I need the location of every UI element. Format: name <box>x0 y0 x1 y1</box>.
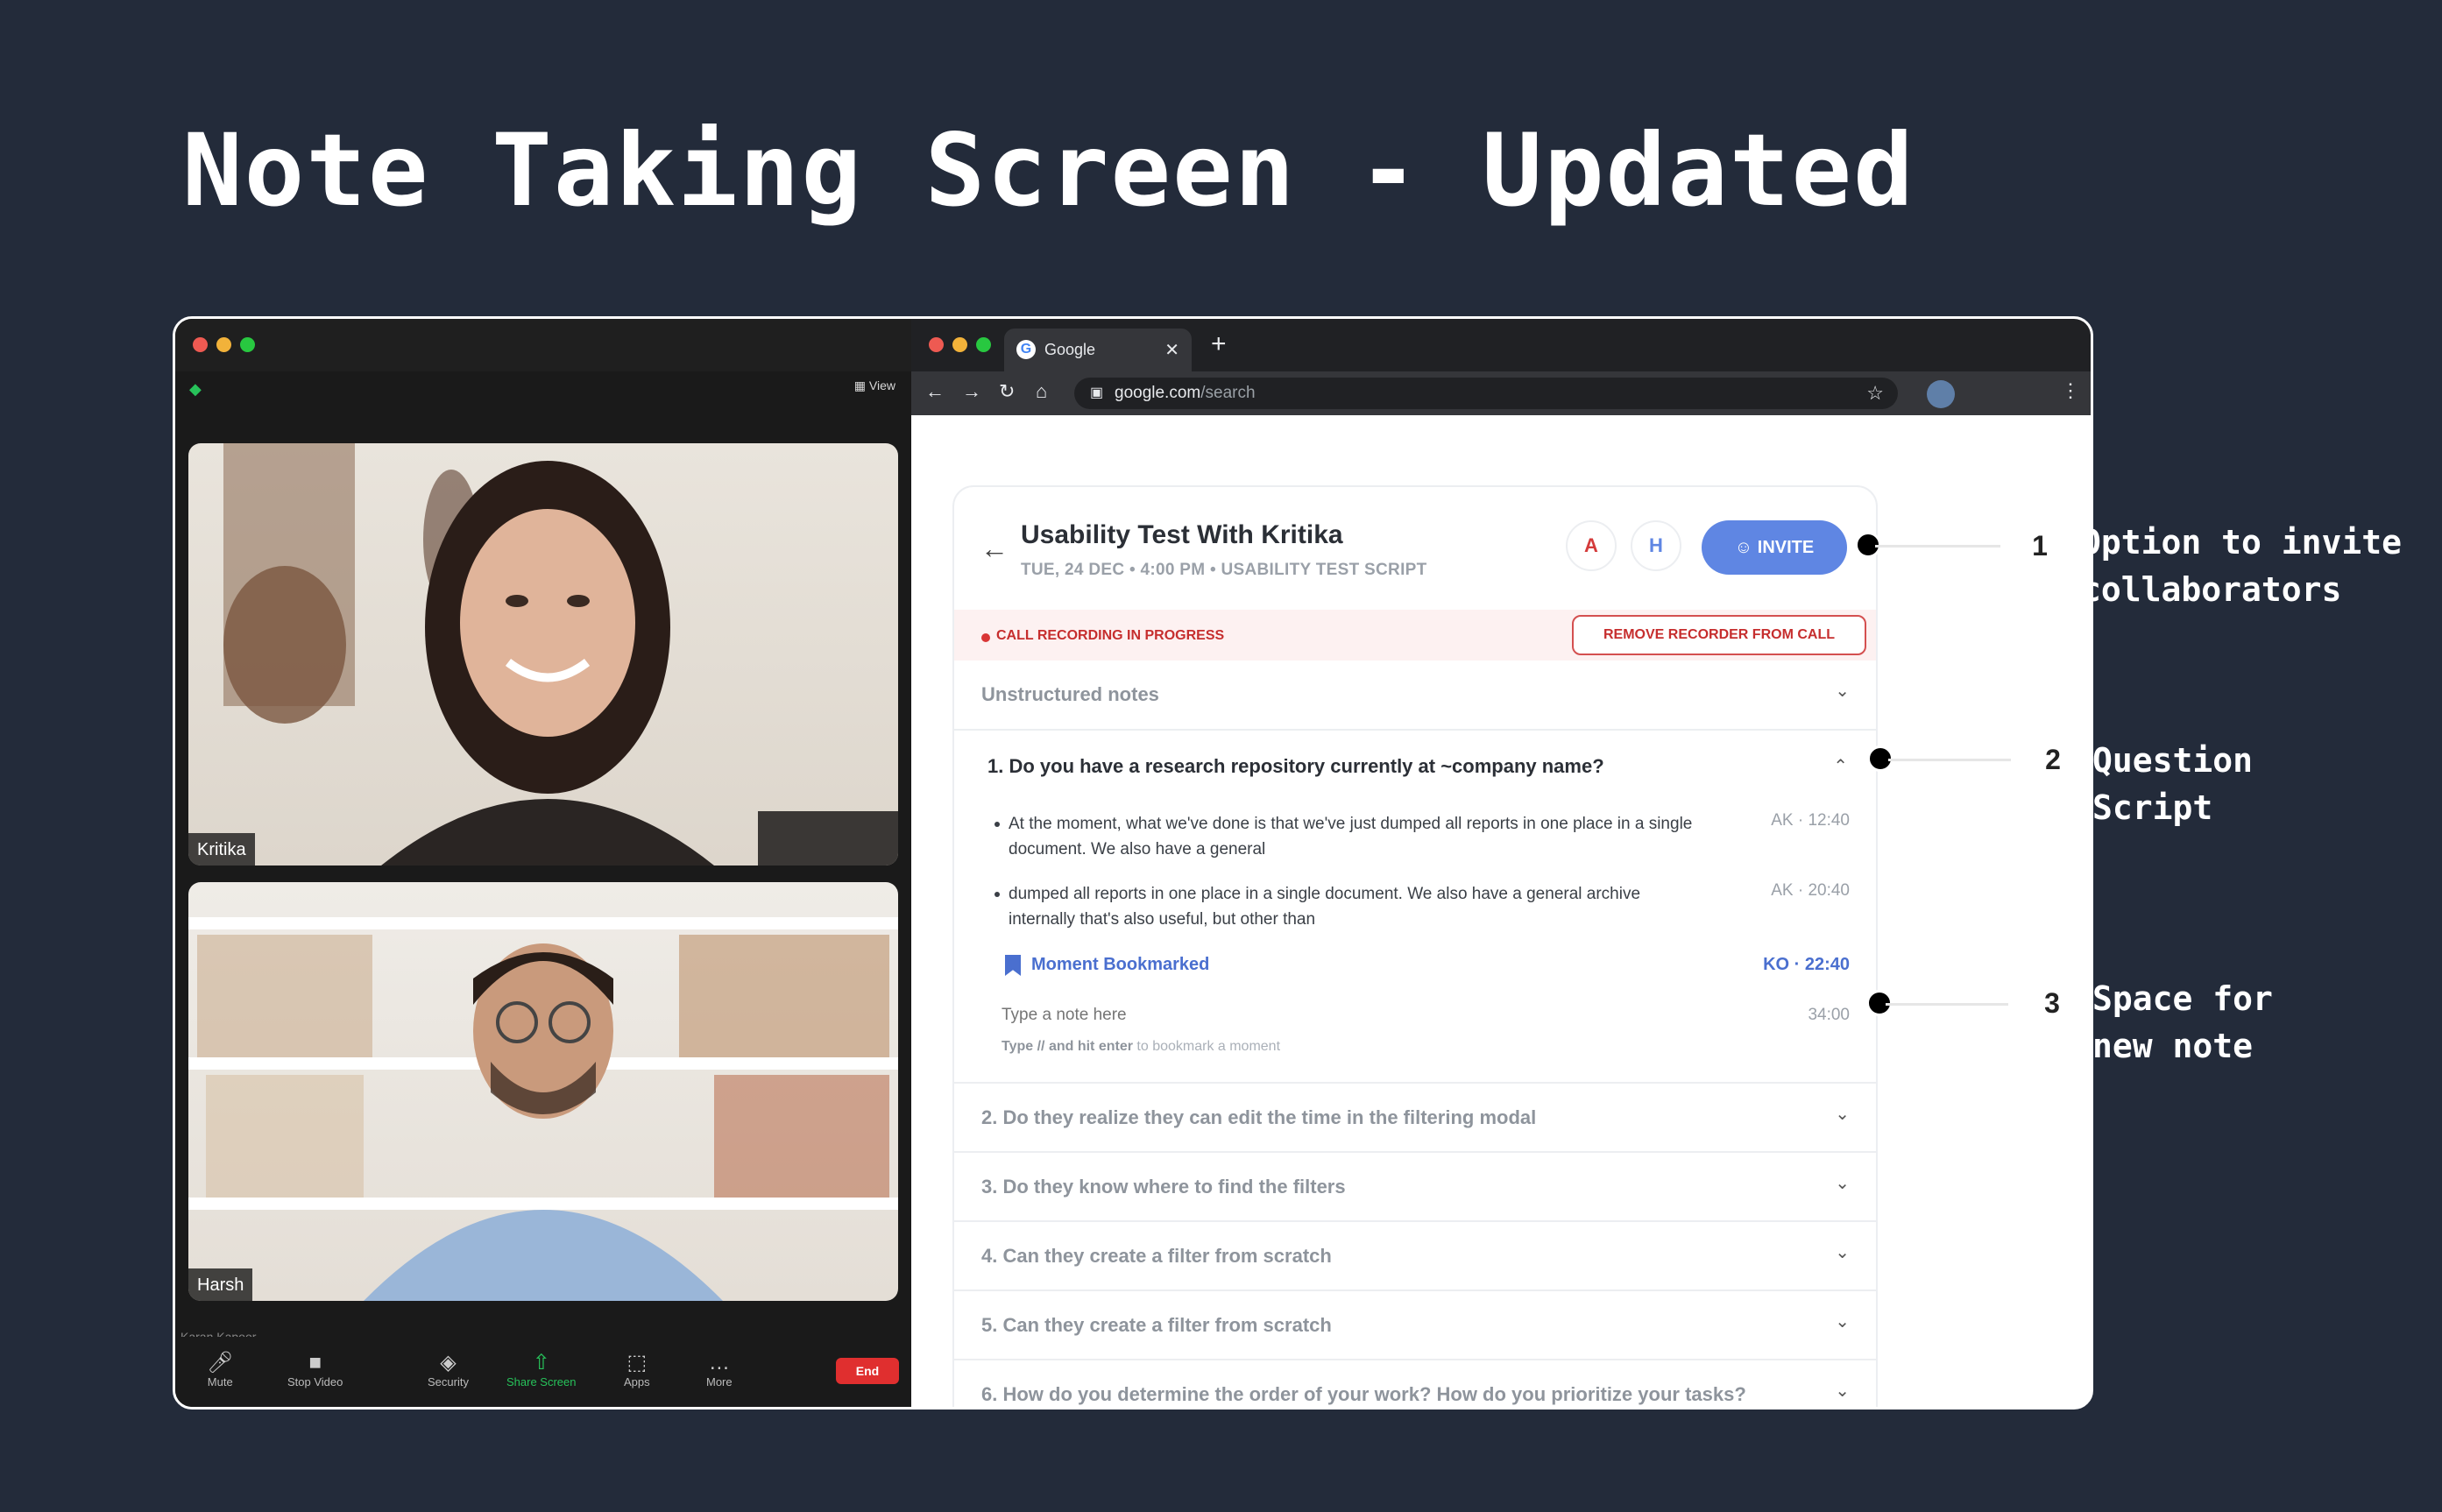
shield-icon: ◈ <box>440 1351 457 1374</box>
zoom-toolbar: 🎤︎ Mute ■ Stop Video ◈ Security ⇧ Share Scre… <box>175 1337 911 1407</box>
chevron-down-icon[interactable]: ⌄ <box>1835 680 1850 702</box>
stop-video-button[interactable]: ■ Stop Video <box>287 1351 343 1388</box>
grid-icon: ▦ <box>853 378 867 392</box>
apps-icon: ⬚ <box>626 1351 648 1374</box>
more-button[interactable]: … More <box>706 1351 733 1388</box>
reload-icon[interactable]: ↻ <box>999 380 1015 403</box>
chevron-down-icon[interactable]: ⌄ <box>1835 1241 1850 1263</box>
maximize-window-icon[interactable] <box>976 337 991 352</box>
video-tile-harsh[interactable]: Harsh <box>188 882 898 1301</box>
chevron-down-icon[interactable]: ⌄ <box>1835 1172 1850 1194</box>
menu-kebab-icon[interactable]: ⋮ <box>2061 379 2080 402</box>
address-bar: ← → ↻ ⌂ ▣ google.com/search ☆ ⋮ <box>911 371 2091 415</box>
note-timestamp: AK · 20:40 <box>1771 881 1850 900</box>
question-section[interactable]: 3. Do they know where to find the filter… <box>954 1153 1876 1222</box>
recording-dot-icon <box>981 633 990 642</box>
google-favicon-icon: G <box>1016 340 1036 359</box>
ellipsis-icon: … <box>708 1351 730 1374</box>
url-field[interactable]: ▣ google.com/search ☆ <box>1074 378 1898 409</box>
back-arrow-icon[interactable]: ← <box>980 533 1009 565</box>
participant-name-tag: Harsh <box>188 1268 253 1301</box>
new-tab-icon[interactable]: + <box>1211 329 1227 359</box>
annotation-line <box>1886 1003 2008 1006</box>
lock-icon: ▣ <box>1090 385 1104 400</box>
maximize-window-icon[interactable] <box>240 337 255 352</box>
annotation-label: Question Script <box>2092 741 2254 827</box>
home-icon[interactable]: ⌂ <box>1036 380 1047 403</box>
camera-icon: ■ <box>308 1351 322 1374</box>
question-title[interactable]: 1. Do you have a research repository cur… <box>987 755 1604 778</box>
note-item[interactable]: At the moment, what we've done is that w… <box>994 811 1709 862</box>
zoom-title-bar <box>175 319 911 371</box>
annotation-line <box>1875 545 2000 548</box>
browser-window: G Google ✕ + ← → ↻ ⌂ ▣ google.com/search… <box>911 319 2091 1407</box>
chevron-down-icon[interactable]: ⌄ <box>1835 1380 1850 1402</box>
question-section[interactable]: 5. Can they create a filter from scratch… <box>954 1291 1876 1360</box>
bookmarked-moment[interactable]: Moment Bookmarked <box>1005 955 1209 976</box>
browser-tab[interactable]: G Google ✕ <box>1004 329 1192 371</box>
session-title: Usability Test With Kritika <box>1021 520 1343 549</box>
question-section[interactable]: 6. How do you determine the order of you… <box>954 1360 1876 1407</box>
question-section[interactable]: 4. Can they create a filter from scratch… <box>954 1222 1876 1291</box>
question-section[interactable]: 2. Do they realize they can edit the tim… <box>954 1084 1876 1153</box>
view-button[interactable]: ▦ View <box>854 378 895 393</box>
note-hint: Type // and hit enter to bookmark a mome… <box>1002 1039 1281 1054</box>
chevron-down-icon[interactable]: ⌄ <box>1835 1103 1850 1125</box>
bookmark-timestamp: KO · 22:40 <box>1763 955 1850 974</box>
recording-status: CALL RECORDING IN PROGRESS <box>996 628 1225 643</box>
close-tab-icon[interactable]: ✕ <box>1164 339 1179 361</box>
recording-banner: CALL RECORDING IN PROGRESS REMOVE RECORD… <box>954 610 1876 661</box>
participant-name-tag: Kritika <box>188 833 255 866</box>
encryption-shield-icon[interactable]: ◆ <box>189 380 205 398</box>
screenshot-frame: ◆ ▦ View Kritika Harsh 🎤︎ Mute ■ Stop Vi… <box>173 316 2093 1410</box>
chevron-down-icon[interactable]: ⌄ <box>1835 1311 1850 1332</box>
mute-button[interactable]: 🎤︎ Mute <box>207 1351 233 1388</box>
page-title: Note Taking Screen - Updated <box>182 112 1915 229</box>
annotation-label: Space for new note <box>2092 979 2273 1065</box>
minimize-window-icon[interactable] <box>216 337 231 352</box>
browser-tab-bar: G Google ✕ + <box>911 319 2091 371</box>
zoom-top-bar: ◆ ▦ View <box>175 371 911 415</box>
forward-arrow-icon[interactable]: → <box>962 380 981 403</box>
note-timestamp: 34:00 <box>1808 1006 1850 1024</box>
apps-button[interactable]: ⬚ Apps <box>624 1351 650 1388</box>
close-window-icon[interactable] <box>193 337 208 352</box>
close-window-icon[interactable] <box>929 337 944 352</box>
chevron-up-icon[interactable]: ⌃ <box>1833 755 1848 777</box>
new-note-input[interactable] <box>1002 1006 1527 1025</box>
share-screen-button[interactable]: ⇧ Share Screen <box>506 1351 577 1388</box>
note-timestamp: AK · 12:40 <box>1771 811 1850 830</box>
add-user-icon: ☺ <box>1734 538 1753 557</box>
note-item[interactable]: dumped all reports in one place in a sin… <box>994 881 1709 932</box>
share-screen-icon: ⇧ <box>532 1351 550 1374</box>
annotation-number: 2 <box>2025 731 2081 788</box>
bookmark-icon <box>1005 955 1021 976</box>
avatar[interactable]: H <box>1631 520 1681 571</box>
remove-recorder-button[interactable]: REMOVE RECORDER FROM CALL <box>1572 615 1866 655</box>
microphone-icon: 🎤︎ <box>207 1351 234 1374</box>
profile-avatar[interactable] <box>1927 380 1955 408</box>
back-arrow-icon[interactable]: ← <box>925 380 945 403</box>
invite-button[interactable]: ☺ INVITE <box>1702 520 1847 575</box>
video-tile-kritika[interactable]: Kritika <box>188 443 898 866</box>
unstructured-notes-section[interactable]: Unstructured notes ⌄ <box>954 661 1876 731</box>
participant-video-kritika <box>223 443 898 866</box>
annotation-label: Option to invite collaborators <box>2081 523 2403 609</box>
end-call-button[interactable]: End <box>836 1358 899 1384</box>
annotation-number: 1 <box>2012 518 2068 574</box>
bookmark-star-icon[interactable]: ☆ <box>1866 382 1884 405</box>
note-taking-card: ← Usability Test With Kritika TUE, 24 DE… <box>952 485 1878 1407</box>
zoom-window: ◆ ▦ View Kritika Harsh 🎤︎ Mute ■ Stop Vi… <box>175 319 911 1407</box>
participant-video-harsh <box>188 917 898 1301</box>
avatar[interactable]: A <box>1566 520 1617 571</box>
annotation-line <box>1888 759 2011 761</box>
session-subtitle: TUE, 24 DEC • 4:00 PM • USABILITY TEST S… <box>1021 561 1427 579</box>
security-button[interactable]: ◈ Security <box>428 1351 469 1388</box>
minimize-window-icon[interactable] <box>952 337 967 352</box>
annotation-number: 3 <box>2024 975 2080 1031</box>
